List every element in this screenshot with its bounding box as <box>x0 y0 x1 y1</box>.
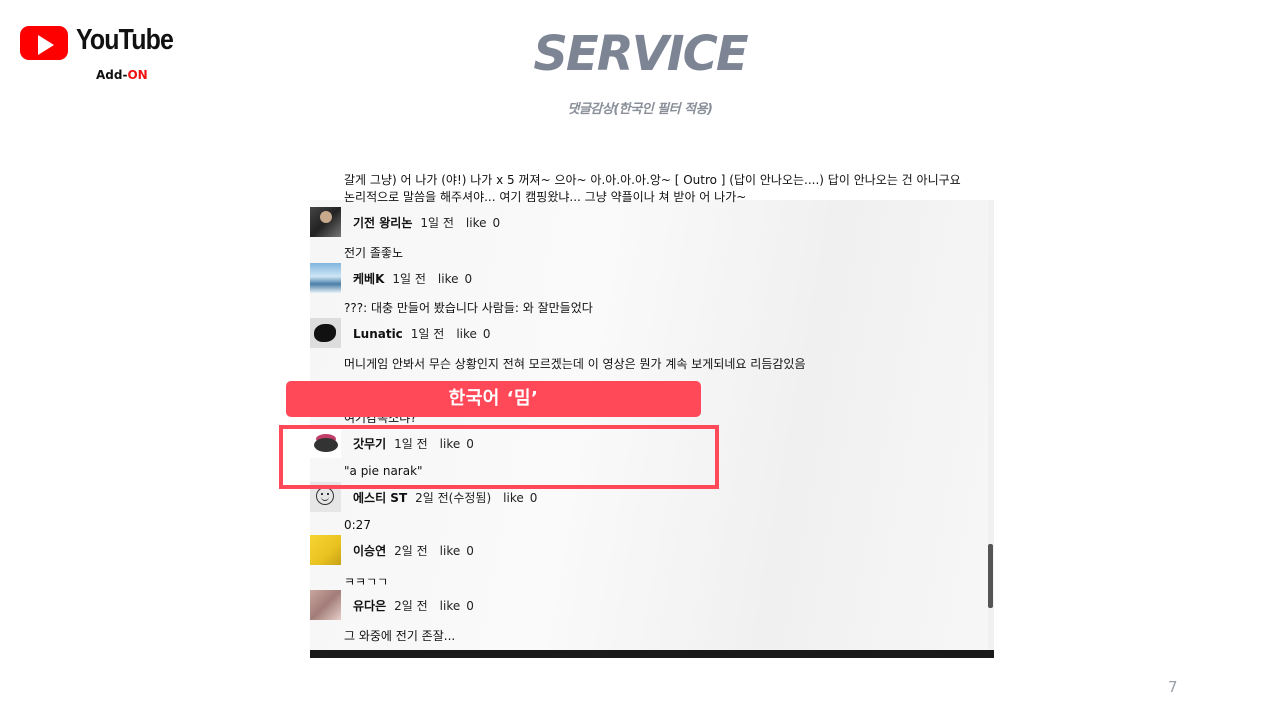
comment-header: 유다은 2일 전 like 0 <box>310 590 910 620</box>
scrollbar-thumb[interactable] <box>988 544 993 608</box>
comment-text: 전기 졸좋노 <box>344 246 404 260</box>
comment-text-intro: 갈게 그냥) 어 나가 (야!) 나가 x 5 꺼져~ 으아~ 아.아.아.아.… <box>344 173 961 204</box>
comment-text: ???: 대충 만들어 봤습니다 사람들: 와 잘만들었다 <box>344 301 593 315</box>
comment-header: 기전 왕리논 1일 전 like 0 <box>310 207 910 237</box>
person-avatar[interactable] <box>310 207 341 237</box>
page-number: 7 <box>1168 678 1178 696</box>
landscape-avatar[interactable] <box>310 263 341 293</box>
comment-time: 1일 전 <box>420 216 454 230</box>
smiley-icon <box>316 487 334 505</box>
comment-time: 2일 전 <box>394 599 428 613</box>
black-blob-avatar[interactable] <box>310 318 341 348</box>
comment-time: 2일 전(수정됨) <box>415 491 492 505</box>
comment-author[interactable]: 이승연 <box>353 544 386 558</box>
like-button[interactable]: like 0 <box>440 544 474 558</box>
comment-time: 1일 전 <box>392 272 426 286</box>
korean-meme-badge: 한국어 ‘밈’ <box>286 381 701 417</box>
comment-time: 2일 전 <box>394 544 428 558</box>
like-button[interactable]: like 0 <box>440 599 474 613</box>
comment-text: 그 와중에 전기 존잘... <box>344 629 456 643</box>
like-button[interactable]: like 0 <box>503 491 537 505</box>
comment-time: 1일 전 <box>410 327 445 341</box>
comment-header: 이승연 2일 전 like 0 <box>310 535 910 565</box>
comment-header: 케베K 1일 전 like 0 <box>310 263 910 293</box>
like-button[interactable]: like 0 <box>456 327 490 341</box>
page-title: SERVICE <box>533 26 748 82</box>
comment-author[interactable]: 유다은 <box>353 599 386 613</box>
comment-author[interactable]: Lunatic <box>353 327 403 341</box>
like-button[interactable]: like 0 <box>438 272 472 286</box>
highlight-box <box>279 425 719 489</box>
comment-author[interactable]: 케베K <box>353 272 384 286</box>
photo-avatar[interactable] <box>310 590 341 620</box>
comment-text: ㅋㅋㄱㄱ <box>344 575 389 589</box>
comment-header: Lunatic 1일 전 like 0 <box>310 318 910 348</box>
video-bottom-edge <box>310 650 994 658</box>
like-button[interactable]: like 0 <box>466 216 500 230</box>
pikachu-avatar[interactable] <box>310 535 341 565</box>
comment-author[interactable]: 에스티 ST <box>353 491 407 505</box>
comment-text: 0:27 <box>344 518 371 532</box>
page-subtitle: 댓글감상(한국인 필터 적용) <box>567 102 714 117</box>
comment-author[interactable]: 기전 왕리논 <box>353 216 412 230</box>
comment-text: 머니게임 안봐서 무슨 상황인지 전혀 모르겠는데 이 영상은 뭔가 계속 보게… <box>344 357 806 371</box>
